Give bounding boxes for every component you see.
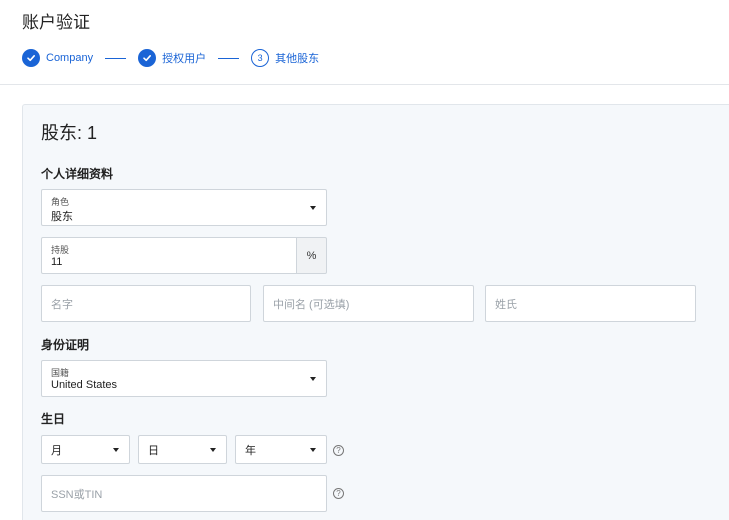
percent-suffix: % xyxy=(297,237,327,274)
header-divider xyxy=(0,84,729,85)
step-label: 其他股东 xyxy=(275,53,320,65)
role-value: 股东 xyxy=(51,211,73,223)
dropdown-caret-icon xyxy=(210,447,216,452)
check-icon xyxy=(138,49,157,67)
step-label: 授权用户 xyxy=(162,53,207,65)
birth-month-value: 月 xyxy=(51,444,62,457)
step-authorized-users[interactable]: 授权用户 xyxy=(138,49,206,67)
step-connector xyxy=(105,57,127,59)
stepper: Company 授权用户 3 其他股东 xyxy=(22,48,319,68)
dropdown-caret-icon xyxy=(310,447,316,452)
birth-month-select[interactable]: 月 xyxy=(41,435,130,464)
identity-heading: 身份证明 xyxy=(41,338,90,352)
dropdown-caret-icon xyxy=(310,376,316,381)
role-label: 角色 xyxy=(51,197,70,207)
help-icon[interactable]: ? xyxy=(333,488,344,499)
role-select[interactable]: 角色 股东 xyxy=(41,189,327,226)
last-name-input[interactable]: 姓氏 xyxy=(485,285,696,322)
ownership-label: 持股 xyxy=(51,245,70,255)
birth-year-value: 年 xyxy=(245,444,256,457)
step-other-shareholders[interactable]: 3 其他股东 xyxy=(251,49,319,67)
birth-year-select[interactable]: 年 xyxy=(235,435,327,464)
nationality-value: United States xyxy=(51,379,118,391)
page-title: 账户验证 xyxy=(22,13,90,32)
ssn-placeholder: SSN或TIN xyxy=(51,488,103,501)
nationality-select[interactable]: 国籍 United States xyxy=(41,360,327,397)
check-icon xyxy=(22,49,40,67)
step-company[interactable]: Company xyxy=(22,49,93,67)
shareholder-card: 股东: 1 个人详细资料 角色 股东 持股 11 % 名字 中间名 (可选填) … xyxy=(22,104,729,520)
birth-day-value: 日 xyxy=(148,444,159,457)
step-label: Company xyxy=(46,52,94,64)
dropdown-caret-icon xyxy=(113,447,119,452)
nationality-label: 国籍 xyxy=(51,368,70,378)
middle-name-input[interactable]: 中间名 (可选填) xyxy=(263,285,474,322)
dropdown-caret-icon xyxy=(310,205,316,210)
ownership-input[interactable]: 持股 11 xyxy=(41,237,297,274)
birth-day-select[interactable]: 日 xyxy=(138,435,227,464)
middle-name-placeholder: 中间名 (可选填) xyxy=(273,298,350,311)
ownership-value: 11 xyxy=(51,256,63,268)
last-name-placeholder: 姓氏 xyxy=(495,298,517,311)
shareholder-title: 股东: 1 xyxy=(41,123,98,143)
step-number: 3 xyxy=(251,49,270,67)
personal-details-heading: 个人详细资料 xyxy=(41,167,114,181)
help-icon[interactable]: ? xyxy=(333,445,344,456)
birthday-heading: 生日 xyxy=(41,412,66,426)
ssn-input[interactable]: SSN或TIN xyxy=(41,475,327,512)
first-name-input[interactable]: 名字 xyxy=(41,285,251,322)
step-connector xyxy=(218,57,240,59)
first-name-placeholder: 名字 xyxy=(51,298,73,311)
